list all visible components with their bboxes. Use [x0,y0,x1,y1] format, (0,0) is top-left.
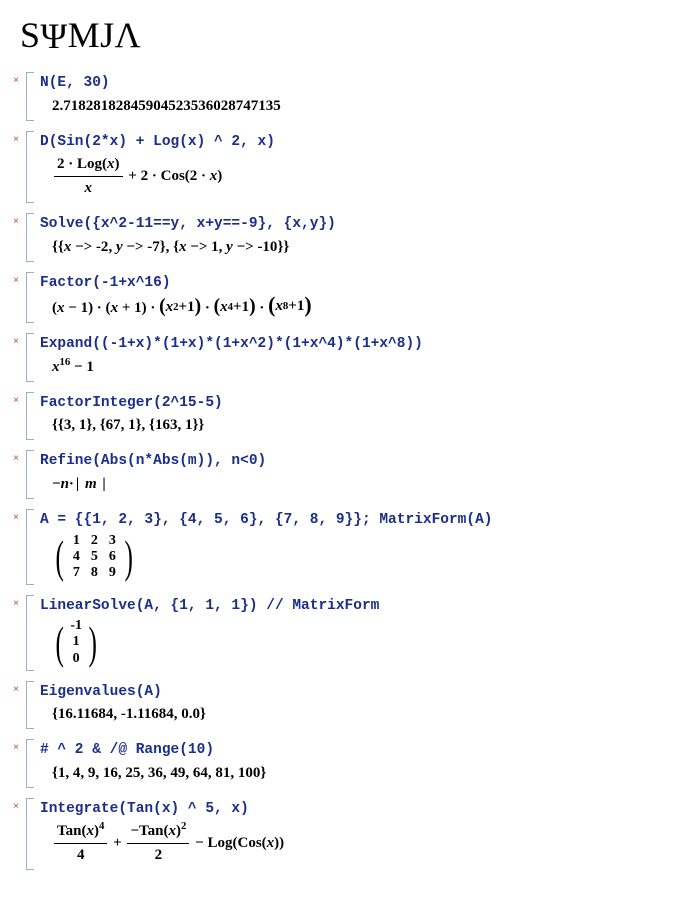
cell: × Factor(-1+x^16)(x − 1) · (x + 1) · (x2 … [0,270,697,326]
cell-output: (-110) [40,616,689,668]
cell-bracket[interactable] [26,509,34,585]
close-icon[interactable]: × [13,337,19,347]
cell-bracket[interactable] [26,213,34,262]
cell-input[interactable]: LinearSolve(A, {1, 1, 1}) // MatrixForm [40,597,689,617]
cell-input[interactable]: FactorInteger(2^15-5) [40,394,689,414]
close-icon[interactable]: × [13,217,19,227]
cell: × A = {{1, 2, 3}, {4, 5, 6}, {7, 8, 9}}; … [0,507,697,587]
cell-input[interactable]: A = {{1, 2, 3}, {4, 5, 6}, {7, 8, 9}}; M… [40,511,689,531]
cell-input[interactable]: Refine(Abs(n*Abs(m)), n<0) [40,452,689,472]
cell-output: {1, 4, 9, 16, 25, 36, 49, 64, 81, 100} [40,761,689,786]
close-icon[interactable]: × [13,276,19,286]
cell-bracket[interactable] [26,392,34,441]
cell-input[interactable]: Expand((-1+x)*(1+x)*(1+x^2)*(1+x^4)*(1+x… [40,335,689,355]
cell-input[interactable]: N(E, 30) [40,74,689,94]
cell-bracket[interactable] [26,333,34,382]
cell-bracket[interactable] [26,798,34,871]
cell-output: −n·| m | [40,472,689,497]
cell-bracket[interactable] [26,272,34,324]
brand-logo: SΨMJΛ [0,14,697,66]
cell-output: (x − 1) · (x + 1) · (x2 + 1) · (x4 + 1) … [40,293,689,321]
cell-output: (123456789) [40,531,689,583]
close-icon[interactable]: × [13,76,19,86]
close-icon[interactable]: × [13,685,19,695]
cell-bracket[interactable] [26,131,34,204]
cell-output: {16.11684, -1.11684, 0.0} [40,702,689,727]
cell-input[interactable]: Integrate(Tan(x) ^ 5, x) [40,800,689,820]
close-icon[interactable]: × [13,135,19,145]
cell: × Eigenvalues(A){16.11684, -1.11684, 0.0} [0,679,697,732]
cell-bracket[interactable] [26,739,34,788]
cell-output: x16 − 1 [40,355,689,380]
cell-input[interactable]: Solve({x^2-11==y, x+y==-9}, {x,y}) [40,215,689,235]
cell-output: 2 · Log(x)x + 2 · Cos(2 · x) [40,152,689,201]
cell-output: {{3, 1}, {67, 1}, {163, 1}} [40,413,689,438]
cell: × FactorInteger(2^15-5){{3, 1}, {67, 1}, … [0,390,697,443]
cell-bracket[interactable] [26,681,34,730]
close-icon[interactable]: × [13,396,19,406]
cell-output: 2.71828182845904523536028747135 [40,94,689,119]
close-icon[interactable]: × [13,599,19,609]
cell-input[interactable]: D(Sin(2*x) + Log(x) ^ 2, x) [40,133,689,153]
cell: × N(E, 30)2.71828182845904523536028747135 [0,70,697,123]
cell-input[interactable]: # ^ 2 & /@ Range(10) [40,741,689,761]
cell: × LinearSolve(A, {1, 1, 1}) // MatrixForm… [0,593,697,673]
cell: × Expand((-1+x)*(1+x)*(1+x^2)*(1+x^4)*(1+… [0,331,697,384]
cell: × Integrate(Tan(x) ^ 5, x)Tan(x)44 + −Tan… [0,796,697,873]
cell-input[interactable]: Eigenvalues(A) [40,683,689,703]
close-icon[interactable]: × [13,743,19,753]
cell: × D(Sin(2*x) + Log(x) ^ 2, x)2 · Log(x)x … [0,129,697,206]
cell-input[interactable]: Factor(-1+x^16) [40,274,689,294]
close-icon[interactable]: × [13,454,19,464]
cell: × Refine(Abs(n*Abs(m)), n<0)−n·| m | [0,448,697,501]
cell: × # ^ 2 & /@ Range(10){1, 4, 9, 16, 25, 3… [0,737,697,790]
cell: × Solve({x^2-11==y, x+y==-9}, {x,y}){{x −… [0,211,697,264]
close-icon[interactable]: × [13,513,19,523]
cell-bracket[interactable] [26,595,34,671]
cell-output: {{x −> -2, y −> -7}, {x −> 1, y −> -10}} [40,235,689,260]
cell-bracket[interactable] [26,72,34,121]
close-icon[interactable]: × [13,802,19,812]
cell-output: Tan(x)44 + −Tan(x)22 − Log(Cos(x)) [40,819,689,868]
cell-bracket[interactable] [26,450,34,499]
